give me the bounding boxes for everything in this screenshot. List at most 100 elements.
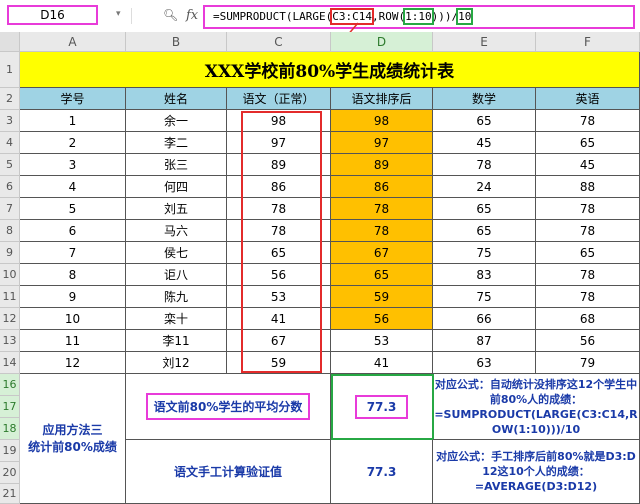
chinese-score-cell[interactable]: 97 bbox=[227, 132, 331, 154]
english-score-cell[interactable]: 45 bbox=[536, 154, 640, 176]
column-header-c[interactable]: C bbox=[227, 32, 331, 52]
row-header[interactable]: 4 bbox=[0, 132, 20, 154]
english-score-cell[interactable]: 56 bbox=[536, 330, 640, 352]
sorted-score-cell[interactable]: 97 bbox=[331, 132, 433, 154]
english-score-cell[interactable]: 78 bbox=[536, 110, 640, 132]
student-name-cell[interactable]: 李二 bbox=[126, 132, 227, 154]
column-title[interactable]: 语文排序后 bbox=[331, 88, 433, 110]
row-header[interactable]: 16 bbox=[0, 374, 20, 396]
english-score-cell[interactable]: 78 bbox=[536, 264, 640, 286]
method-label[interactable]: 应用方法三 统计前80%成绩 bbox=[20, 374, 126, 504]
row-header[interactable]: 12 bbox=[0, 308, 20, 330]
math-score-cell[interactable]: 65 bbox=[433, 220, 536, 242]
column-header-a[interactable]: A bbox=[20, 32, 126, 52]
sorted-score-cell[interactable]: 86 bbox=[331, 176, 433, 198]
student-name-cell[interactable]: 陈九 bbox=[126, 286, 227, 308]
row-header[interactable]: 14 bbox=[0, 352, 20, 374]
sorted-score-cell[interactable]: 53 bbox=[331, 330, 433, 352]
row-header[interactable]: 18 bbox=[0, 418, 20, 440]
student-name-cell[interactable]: 张三 bbox=[126, 154, 227, 176]
student-name-cell[interactable]: 余一 bbox=[126, 110, 227, 132]
row-header[interactable]: 8 bbox=[0, 220, 20, 242]
chinese-score-cell[interactable]: 98 bbox=[227, 110, 331, 132]
chinese-score-cell[interactable]: 78 bbox=[227, 220, 331, 242]
check-formula-note[interactable]: 对应公式：手工排序后前80%就是D3:D12这10个人的成绩： =AVERAGE… bbox=[433, 440, 640, 504]
student-name-cell[interactable]: 侯七 bbox=[126, 242, 227, 264]
row-header[interactable]: 7 bbox=[0, 198, 20, 220]
chinese-score-cell[interactable]: 78 bbox=[227, 198, 331, 220]
math-score-cell[interactable]: 75 bbox=[433, 286, 536, 308]
column-header-e[interactable]: E bbox=[433, 32, 536, 52]
student-id-cell[interactable]: 11 bbox=[20, 330, 126, 352]
row-header[interactable]: 10 bbox=[0, 264, 20, 286]
math-score-cell[interactable]: 65 bbox=[433, 198, 536, 220]
column-title[interactable]: 姓名 bbox=[126, 88, 227, 110]
student-id-cell[interactable]: 10 bbox=[20, 308, 126, 330]
column-title[interactable]: 语文（正常） bbox=[227, 88, 331, 110]
math-score-cell[interactable]: 66 bbox=[433, 308, 536, 330]
row-header[interactable]: 2 bbox=[0, 88, 20, 110]
avg-formula-note[interactable]: 对应公式：自动统计没排序这12个学生中前80%人的成绩： =SUMPRODUCT… bbox=[433, 374, 640, 440]
row-header[interactable]: 6 bbox=[0, 176, 20, 198]
row-header[interactable]: 9 bbox=[0, 242, 20, 264]
student-id-cell[interactable]: 3 bbox=[20, 154, 126, 176]
chinese-score-cell[interactable]: 89 bbox=[227, 154, 331, 176]
student-id-cell[interactable]: 5 bbox=[20, 198, 126, 220]
column-header-b[interactable]: B bbox=[126, 32, 227, 52]
row-header[interactable]: 3 bbox=[0, 110, 20, 132]
student-name-cell[interactable]: 刘12 bbox=[126, 352, 227, 374]
sheet-title[interactable]: XXX学校前80%学生成绩统计表 bbox=[20, 52, 640, 88]
english-score-cell[interactable]: 79 bbox=[536, 352, 640, 374]
sorted-score-cell[interactable]: 41 bbox=[331, 352, 433, 374]
chinese-score-cell[interactable]: 53 bbox=[227, 286, 331, 308]
select-all-corner[interactable] bbox=[0, 32, 20, 52]
sorted-score-cell[interactable]: 67 bbox=[331, 242, 433, 264]
student-id-cell[interactable]: 2 bbox=[20, 132, 126, 154]
math-score-cell[interactable]: 87 bbox=[433, 330, 536, 352]
sorted-score-cell[interactable]: 78 bbox=[331, 198, 433, 220]
chinese-score-cell[interactable]: 41 bbox=[227, 308, 331, 330]
row-header[interactable]: 19 bbox=[0, 440, 20, 462]
row-header[interactable]: 11 bbox=[0, 286, 20, 308]
student-id-cell[interactable]: 8 bbox=[20, 264, 126, 286]
student-id-cell[interactable]: 1 bbox=[20, 110, 126, 132]
row-header[interactable]: 13 bbox=[0, 330, 20, 352]
english-score-cell[interactable]: 88 bbox=[536, 176, 640, 198]
student-name-cell[interactable]: 讵八 bbox=[126, 264, 227, 286]
sorted-score-cell[interactable]: 89 bbox=[331, 154, 433, 176]
row-header[interactable]: 20 bbox=[0, 462, 20, 484]
math-score-cell[interactable]: 75 bbox=[433, 242, 536, 264]
english-score-cell[interactable]: 78 bbox=[536, 198, 640, 220]
student-name-cell[interactable]: 何四 bbox=[126, 176, 227, 198]
column-header-d[interactable]: D bbox=[331, 32, 433, 52]
english-score-cell[interactable]: 65 bbox=[536, 132, 640, 154]
student-id-cell[interactable]: 6 bbox=[20, 220, 126, 242]
student-id-cell[interactable]: 4 bbox=[20, 176, 126, 198]
sorted-score-cell[interactable]: 59 bbox=[331, 286, 433, 308]
chinese-score-cell[interactable]: 65 bbox=[227, 242, 331, 264]
chinese-score-cell[interactable]: 67 bbox=[227, 330, 331, 352]
sorted-score-cell[interactable]: 78 bbox=[331, 220, 433, 242]
row-header[interactable]: 17 bbox=[0, 396, 20, 418]
column-title[interactable]: 数学 bbox=[433, 88, 536, 110]
avg-value-cell[interactable]: 77.3 bbox=[331, 374, 433, 440]
student-id-cell[interactable]: 9 bbox=[20, 286, 126, 308]
chinese-score-cell[interactable]: 86 bbox=[227, 176, 331, 198]
sorted-score-cell[interactable]: 56 bbox=[331, 308, 433, 330]
check-label[interactable]: 语文手工计算验证值 bbox=[126, 440, 331, 504]
student-name-cell[interactable]: 刘五 bbox=[126, 198, 227, 220]
math-score-cell[interactable]: 24 bbox=[433, 176, 536, 198]
student-id-cell[interactable]: 7 bbox=[20, 242, 126, 264]
math-score-cell[interactable]: 63 bbox=[433, 352, 536, 374]
english-score-cell[interactable]: 68 bbox=[536, 308, 640, 330]
student-name-cell[interactable]: 李11 bbox=[126, 330, 227, 352]
math-score-cell[interactable]: 65 bbox=[433, 110, 536, 132]
row-header[interactable]: 5 bbox=[0, 154, 20, 176]
chinese-score-cell[interactable]: 59 bbox=[227, 352, 331, 374]
student-id-cell[interactable]: 12 bbox=[20, 352, 126, 374]
column-header-f[interactable]: F bbox=[536, 32, 640, 52]
math-score-cell[interactable]: 78 bbox=[433, 154, 536, 176]
row-header[interactable]: 21 bbox=[0, 484, 20, 504]
math-score-cell[interactable]: 83 bbox=[433, 264, 536, 286]
student-name-cell[interactable]: 马六 bbox=[126, 220, 227, 242]
